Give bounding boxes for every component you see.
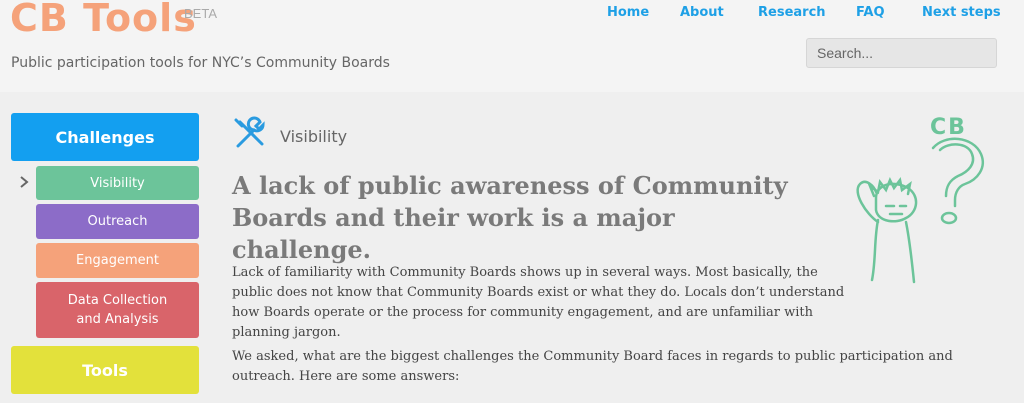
section-title: Visibility <box>280 127 348 146</box>
doodle-label: CB <box>930 115 967 140</box>
wrench-screwdriver-icon <box>234 116 265 148</box>
site-header: CB Tools BETA Public participation tools… <box>0 0 1024 92</box>
nav-home[interactable]: Home <box>607 5 649 20</box>
top-nav: Home About Research FAQ Next steps <box>0 5 1024 25</box>
intro-paragraph: Lack of familiarity with Community Board… <box>232 265 845 340</box>
sidebar-item-data-collection[interactable]: Data Collection and Analysis <box>36 282 199 338</box>
challenges-button[interactable]: Challenges <box>11 113 199 161</box>
search-input[interactable] <box>806 38 997 68</box>
nav-faq[interactable]: FAQ <box>856 5 885 20</box>
sidebar-item-visibility[interactable]: Visibility <box>36 166 199 200</box>
nav-about[interactable]: About <box>680 5 724 20</box>
site-tagline: Public participation tools for NYC’s Com… <box>11 55 390 71</box>
sidebar-item-outreach[interactable]: Outreach <box>36 204 199 239</box>
tools-button[interactable]: Tools <box>11 346 199 394</box>
chevron-right-icon <box>20 176 29 188</box>
nav-research[interactable]: Research <box>758 5 826 20</box>
nav-next-steps[interactable]: Next steps <box>922 5 1001 20</box>
question-paragraph: We asked, what are the biggest challenge… <box>232 349 953 384</box>
confused-person-illustration: CB <box>856 115 984 284</box>
page-headline: A lack of public awareness of Community … <box>232 171 788 264</box>
sidebar-item-engagement[interactable]: Engagement <box>36 243 199 278</box>
